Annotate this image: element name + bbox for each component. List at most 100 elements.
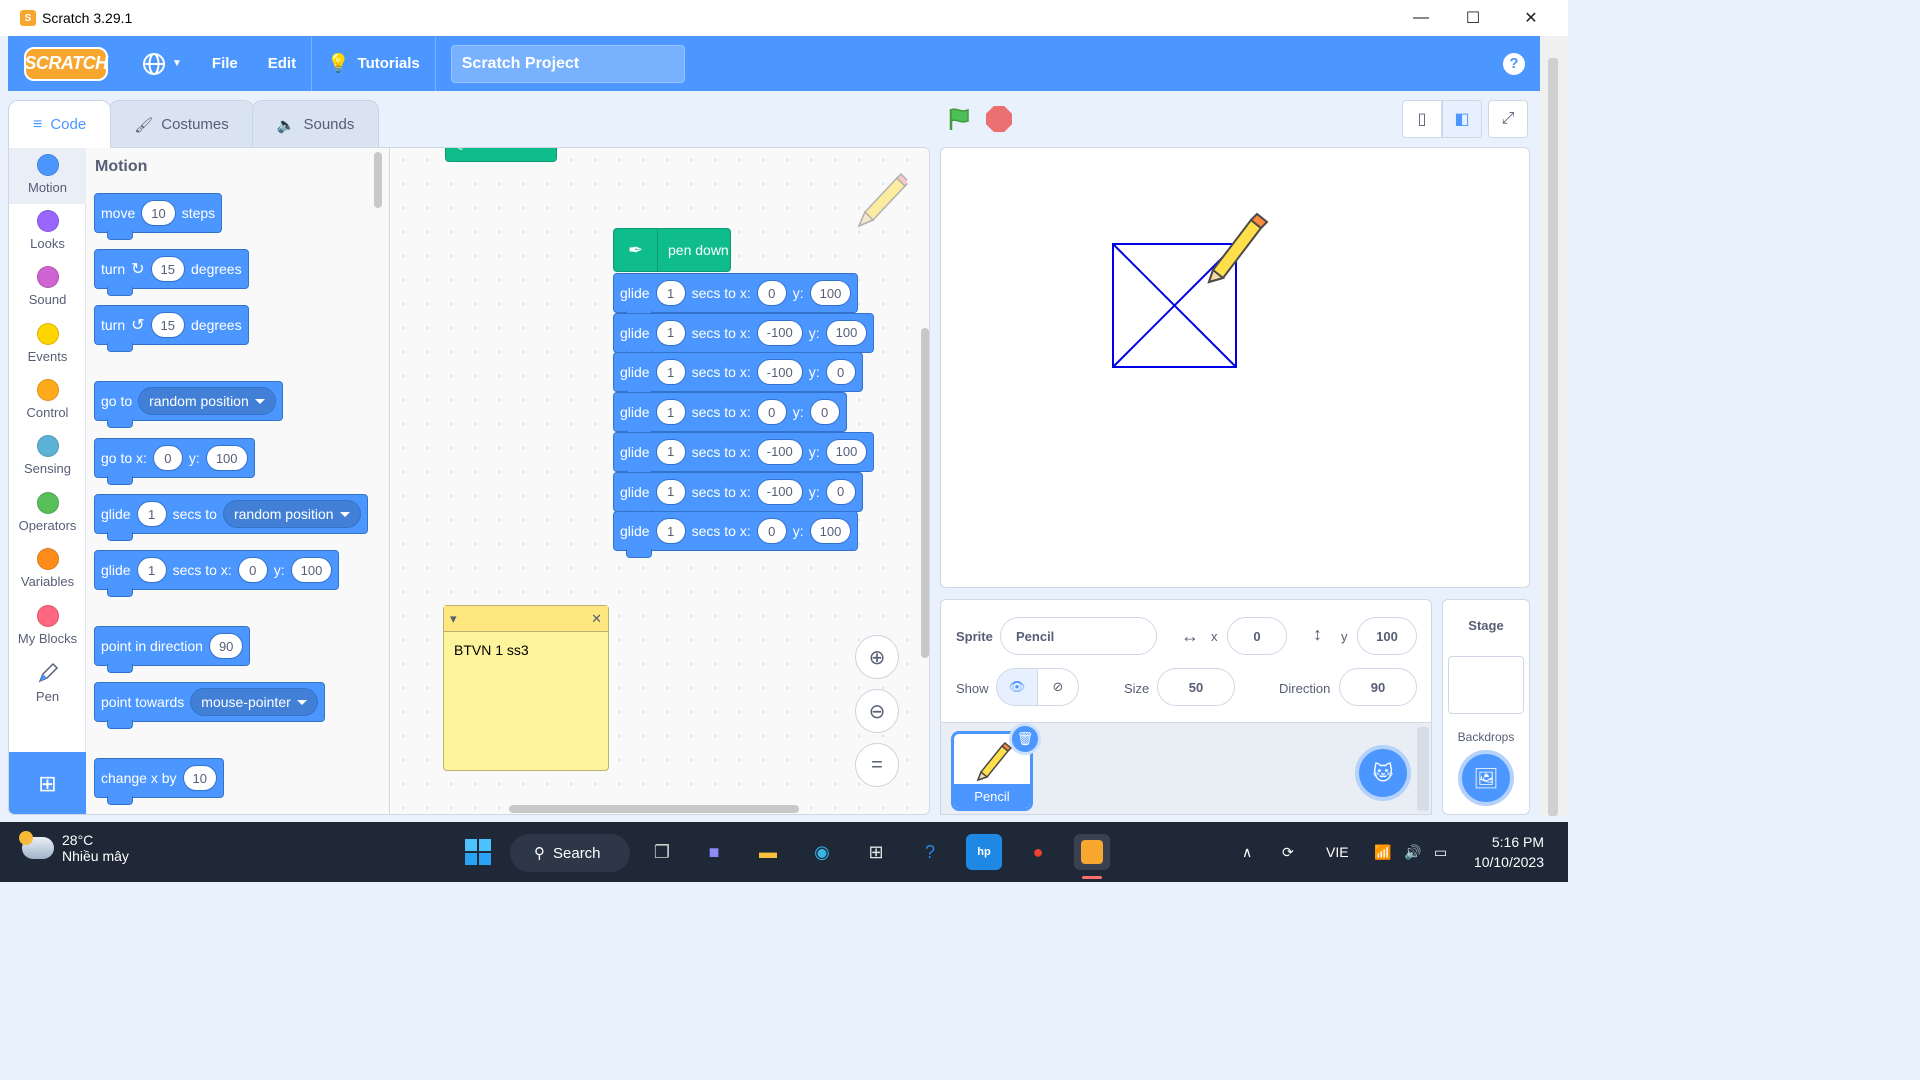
start-windows-icon[interactable] bbox=[460, 834, 496, 870]
x-position-input[interactable]: 0 bbox=[1227, 617, 1287, 655]
move-steps-block[interactable]: move 10 steps bbox=[94, 193, 223, 240]
window-scrollbar[interactable] bbox=[1540, 36, 1568, 816]
battery-icon[interactable]: ▭ bbox=[1434, 822, 1447, 882]
steps-input[interactable]: 10 bbox=[141, 200, 176, 226]
large-stage-button[interactable]: ◧ bbox=[1442, 100, 1482, 138]
workspace-vertical-scrollbar[interactable] bbox=[921, 328, 929, 658]
go-to-block[interactable]: go to random position bbox=[94, 381, 283, 428]
glide-to-xy-script-block[interactable]: glide 1 secs to x: -100 y: 0 bbox=[613, 352, 863, 400]
category-my-blocks[interactable]: My Blocks bbox=[9, 599, 86, 655]
glide-to-block[interactable]: glide 1 secs to random position bbox=[94, 494, 368, 541]
turn-right-block[interactable]: turn ↻ 15 degrees bbox=[94, 249, 249, 296]
minimize-icon[interactable]: — bbox=[1392, 0, 1450, 36]
turn-left-block[interactable]: turn ↺ 15 degrees bbox=[94, 305, 249, 352]
category-looks[interactable]: Looks bbox=[9, 204, 86, 260]
sprite-name-input[interactable]: Pencil bbox=[1000, 617, 1157, 655]
direction-input[interactable]: 90 bbox=[208, 633, 244, 659]
point-in-direction-block[interactable]: point in direction 90 bbox=[94, 626, 251, 673]
get-help-icon[interactable]: ? bbox=[912, 834, 948, 870]
secs-input[interactable]: 1 bbox=[136, 501, 167, 527]
input-language[interactable]: VIE bbox=[1326, 822, 1349, 882]
taskbar-clock[interactable]: 5:16 PM 10/10/2023 bbox=[1474, 832, 1544, 872]
category-operators[interactable]: Operators bbox=[9, 486, 86, 542]
teams-chat-icon[interactable]: ■ bbox=[696, 834, 732, 870]
taskbar-search[interactable]: ⚲ Search bbox=[510, 834, 630, 872]
edge-browser-icon[interactable]: ◉ bbox=[804, 834, 840, 870]
volume-icon[interactable]: 🔊 bbox=[1404, 822, 1421, 882]
delete-sprite-button[interactable]: 🗑 bbox=[1009, 723, 1041, 755]
tutorials-button[interactable]: 💡 Tutorials bbox=[312, 36, 435, 91]
y-input[interactable]: 0 bbox=[825, 359, 856, 386]
category-control[interactable]: Control bbox=[9, 373, 86, 429]
pen-down-block[interactable]: ✒ pen down bbox=[613, 228, 731, 272]
x-input[interactable]: 0 bbox=[756, 399, 787, 426]
x-input[interactable]: 0 bbox=[756, 280, 787, 306]
scratch-taskbar-icon[interactable] bbox=[1074, 834, 1110, 870]
secs-input[interactable]: 1 bbox=[655, 280, 686, 306]
fullscreen-button[interactable]: ⤢ bbox=[1488, 100, 1528, 138]
go-to-xy-block[interactable]: go to x: 0 y: 100 bbox=[94, 438, 255, 485]
direction-input[interactable]: 90 bbox=[1339, 668, 1417, 706]
category-pen[interactable]: Pen bbox=[9, 655, 86, 711]
glide-to-xy-script-block[interactable]: glide 1 secs to x: -100 y: 0 bbox=[613, 471, 863, 519]
y-input[interactable]: 100 bbox=[825, 438, 868, 465]
category-motion[interactable]: Motion bbox=[9, 148, 86, 204]
project-title-input[interactable]: Scratch Project bbox=[450, 44, 685, 83]
sync-icon[interactable]: ⟳ bbox=[1282, 822, 1294, 882]
wifi-icon[interactable]: 📶 bbox=[1374, 822, 1391, 882]
secs-input[interactable]: 1 bbox=[655, 438, 686, 465]
stage-canvas[interactable] bbox=[940, 147, 1530, 588]
file-explorer-icon[interactable]: ▬ bbox=[750, 834, 786, 870]
degrees-input[interactable]: 15 bbox=[150, 312, 185, 338]
show-hidden-icons[interactable]: ∧ bbox=[1242, 822, 1252, 882]
small-stage-button[interactable]: ▯ bbox=[1402, 100, 1442, 138]
y-input[interactable]: 0 bbox=[809, 399, 840, 426]
scratch-logo[interactable]: SCRATCH bbox=[24, 46, 108, 81]
x-input[interactable]: 0 bbox=[756, 518, 787, 545]
add-extension-button[interactable]: ⊞ bbox=[9, 752, 86, 814]
stage-target-panel[interactable]: Stage Backdrops 🖼 bbox=[1442, 599, 1530, 815]
zoom-out-button[interactable]: ⊖ bbox=[855, 689, 899, 733]
secs-input[interactable]: 1 bbox=[655, 518, 686, 545]
comment-close-icon[interactable]: ✕ bbox=[591, 611, 602, 627]
tab-sounds[interactable]: 🔈 Sounds bbox=[251, 100, 380, 148]
secs-input[interactable]: 1 bbox=[655, 319, 686, 346]
ms-store-icon[interactable]: ⊞ bbox=[858, 834, 894, 870]
point-towards-block[interactable]: point towards mouse-pointer bbox=[94, 682, 325, 729]
glide-to-xy-script-block[interactable]: glide 1 secs to x: -100 y: 100 bbox=[613, 312, 875, 360]
category-sound[interactable]: Sound bbox=[9, 260, 86, 316]
secs-input[interactable]: 1 bbox=[136, 557, 167, 583]
sprite-list-scrollbar[interactable] bbox=[1417, 727, 1429, 811]
zoom-reset-button[interactable]: = bbox=[855, 743, 899, 787]
change-x-input[interactable]: 10 bbox=[182, 765, 217, 791]
task-view-icon[interactable]: ❐ bbox=[644, 834, 680, 870]
workspace-horizontal-scrollbar[interactable] bbox=[509, 805, 799, 813]
stage-thumbnail[interactable] bbox=[1448, 656, 1524, 714]
file-menu[interactable]: File bbox=[197, 36, 253, 91]
green-flag-icon[interactable] bbox=[946, 106, 972, 132]
x-input[interactable]: -100 bbox=[756, 319, 803, 346]
glide-to-dropdown[interactable]: random position bbox=[222, 500, 361, 528]
secs-input[interactable]: 1 bbox=[655, 359, 686, 386]
x-input[interactable]: 0 bbox=[237, 557, 268, 583]
comment-text[interactable]: BTVN 1 ss3 bbox=[444, 632, 608, 668]
stop-icon[interactable] bbox=[986, 106, 1012, 132]
add-sprite-button[interactable]: 🐱 bbox=[1355, 745, 1411, 801]
pen-block-partial[interactable]: ✎ bbox=[445, 148, 557, 162]
help-icon[interactable]: ? bbox=[1503, 52, 1525, 75]
y-input[interactable]: 0 bbox=[825, 478, 856, 505]
myhp-icon[interactable]: hp bbox=[966, 834, 1002, 870]
go-to-dropdown[interactable]: random position bbox=[138, 387, 276, 415]
weather-widget[interactable]: 28°C Nhiều mây bbox=[19, 831, 129, 864]
glide-to-xy-script-block[interactable]: glide 1 secs to x: 0 y: 0 bbox=[613, 392, 847, 440]
tab-code[interactable]: ≡ Code bbox=[8, 100, 112, 148]
collapse-caret-icon[interactable]: ▾ bbox=[450, 611, 457, 627]
maximize-icon[interactable]: ☐ bbox=[1444, 0, 1502, 36]
change-x-block[interactable]: change x by 10 bbox=[94, 758, 224, 805]
point-towards-dropdown[interactable]: mouse-pointer bbox=[190, 688, 318, 716]
zoom-in-button[interactable]: ⊕ bbox=[855, 635, 899, 679]
glide-to-xy-block[interactable]: glide 1 secs to x: 0 y: 100 bbox=[94, 550, 340, 597]
category-events[interactable]: Events bbox=[9, 317, 86, 373]
x-input[interactable]: -100 bbox=[756, 478, 803, 505]
category-sensing[interactable]: Sensing bbox=[9, 429, 86, 485]
